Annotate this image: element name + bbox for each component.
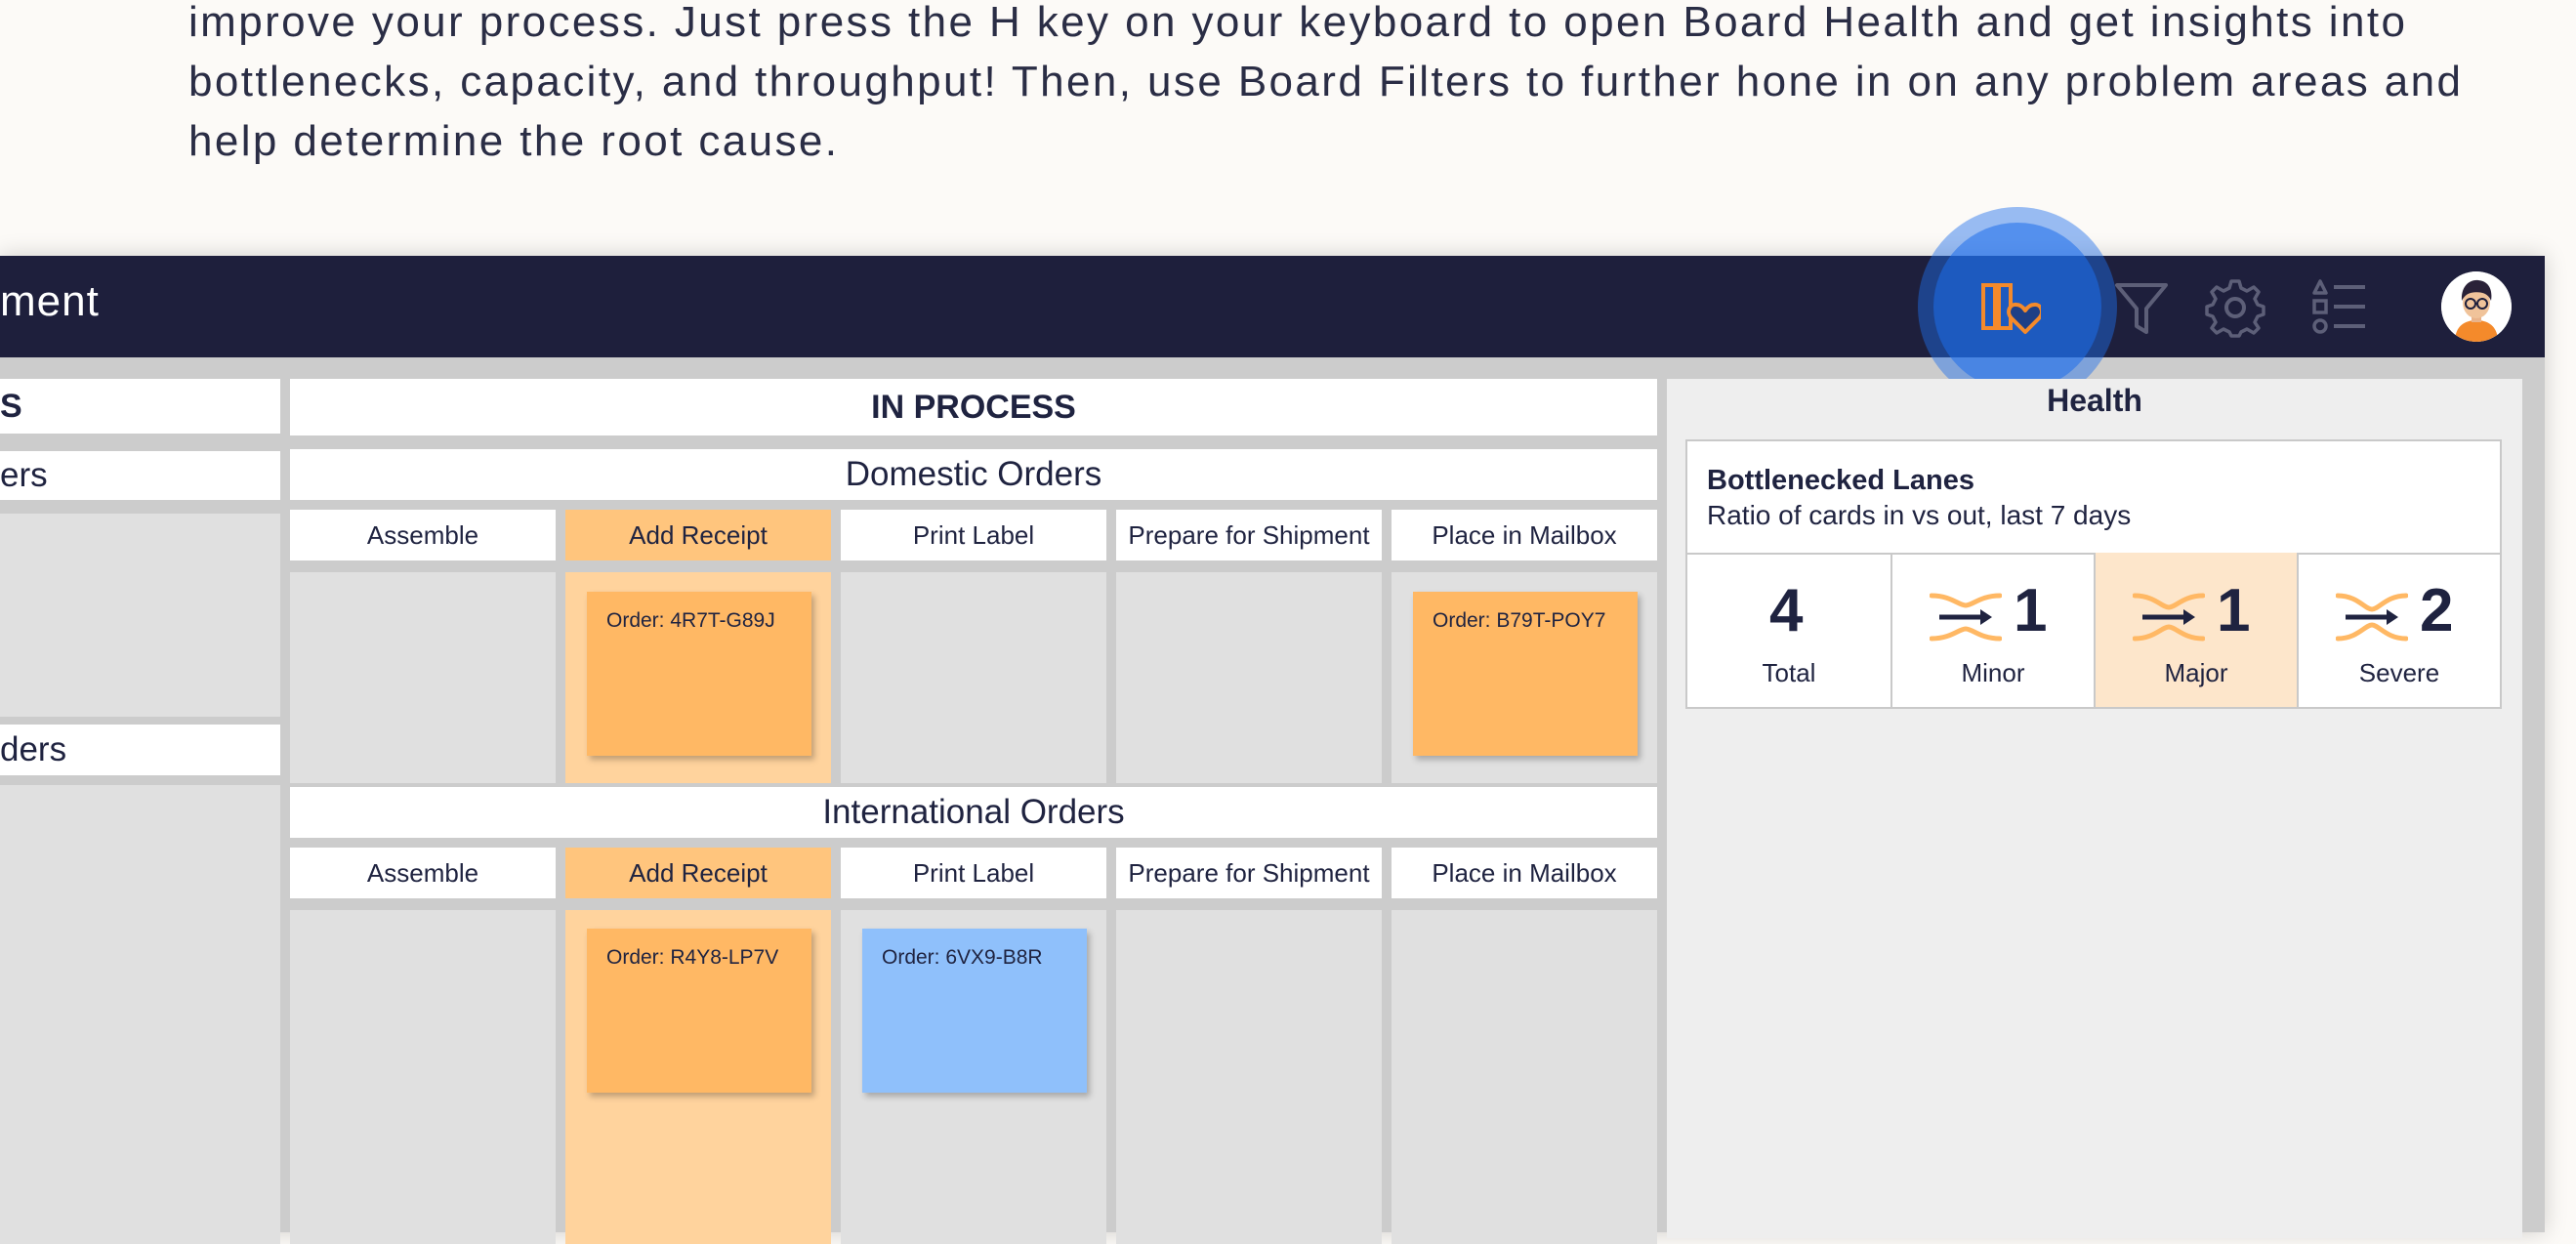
column-header-place-in-mailbox[interactable]: Place in Mailbox	[1392, 510, 1657, 560]
bottlenecked-lanes-widget[interactable]: Bottlenecked Lanes Ratio of cards in vs …	[1685, 439, 2502, 709]
cell-print-label[interactable]	[841, 572, 1106, 783]
kanban-app: ment S ers ders IN PROCESS Domestic Orde…	[0, 207, 2545, 1244]
cell-assemble[interactable]	[290, 910, 556, 1244]
in-process-label: IN PROCESS	[871, 388, 1076, 426]
card[interactable]: Order: R4Y8-LP7V	[587, 929, 811, 1093]
intro-text: improve your process. Just press the H k…	[188, 0, 2552, 171]
stat-severe[interactable]: 2 Severe	[2297, 553, 2500, 707]
column-header-add-receipt[interactable]: Add Receipt	[565, 510, 831, 560]
column-label: Add Receipt	[629, 857, 768, 888]
column-label: Place in Mailbox	[1432, 857, 1617, 888]
left-column-header-label: S	[0, 387, 22, 425]
left-lane-header-1[interactable]: ers	[0, 451, 280, 500]
user-avatar[interactable]	[2441, 271, 2512, 342]
left-lane-label-1: ers	[0, 456, 48, 494]
intro-line-3: help determine the root cause.	[188, 117, 840, 165]
card-title: Order: B79T-POY7	[1433, 609, 1606, 632]
intro-line-2: bottlenecks, capacity, and throughput! T…	[188, 58, 2464, 105]
card-title: Order: 4R7T-G89J	[606, 609, 775, 632]
bottleneck-major-icon	[2133, 593, 2205, 642]
filter-button[interactable]	[2111, 277, 2172, 338]
international-lane-title: International Orders	[822, 793, 1125, 831]
column-label: Assemble	[366, 857, 479, 888]
column-label: Place in Mailbox	[1432, 519, 1617, 550]
left-lane-label-2: ders	[0, 730, 67, 768]
board-area: S ers ders IN PROCESS Domestic Orders As…	[0, 357, 2545, 1244]
list-button[interactable]	[2308, 277, 2369, 338]
settings-icon	[2205, 279, 2265, 338]
stat-major[interactable]: 1 Major	[2094, 553, 2297, 707]
column-header-assemble[interactable]: Assemble	[290, 848, 556, 898]
column-label: Print Label	[912, 857, 1035, 888]
cell-prepare-for-shipment[interactable]	[1116, 910, 1382, 1244]
stat-value: 2	[2420, 577, 2454, 644]
card-title: Order: R4Y8-LP7V	[606, 946, 779, 969]
left-lane-1-body[interactable]	[0, 514, 280, 717]
left-column-header[interactable]: S	[0, 379, 280, 434]
column-header-print-label[interactable]: Print Label	[841, 510, 1106, 560]
column-label: Print Label	[912, 519, 1035, 550]
column-label: Prepare for Shipment	[1128, 519, 1370, 550]
list-icon	[2312, 279, 2365, 334]
card[interactable]: Order: 6VX9-B8R	[862, 929, 1087, 1093]
column-header-prepare-for-shipment[interactable]: Prepare for Shipment	[1116, 848, 1382, 898]
intro-line-1: improve your process. Just press the H k…	[188, 0, 2408, 46]
bottleneck-severe-icon	[2336, 593, 2408, 642]
column-header-add-receipt[interactable]: Add Receipt	[565, 848, 831, 898]
board-title: ment	[0, 277, 100, 325]
cell-assemble[interactable]	[290, 572, 556, 783]
filter-icon	[2115, 283, 2168, 334]
card[interactable]: Order: B79T-POY7	[1413, 592, 1638, 756]
column-header-print-label[interactable]: Print Label	[841, 848, 1106, 898]
domestic-lane-title: Domestic Orders	[845, 455, 1102, 493]
column-label: Assemble	[366, 519, 479, 550]
stat-label: Severe	[2358, 658, 2440, 687]
board-health-icon	[1981, 283, 2041, 334]
board-health-button[interactable]	[1980, 277, 2041, 338]
stat-minor[interactable]: 1 Minor	[1890, 553, 2094, 707]
metric-header: Bottlenecked Lanes Ratio of cards in vs …	[1687, 441, 2500, 555]
left-lane-2-body[interactable]	[0, 785, 280, 1244]
health-panel-title: Health	[2047, 383, 2142, 418]
lane-header-domestic[interactable]: Domestic Orders	[290, 449, 1657, 500]
bottleneck-minor-icon	[1930, 593, 2002, 642]
column-header-prepare-for-shipment[interactable]: Prepare for Shipment	[1116, 510, 1382, 560]
stat-label: Minor	[1961, 658, 2025, 687]
cell-place-in-mailbox[interactable]	[1392, 910, 1657, 1244]
card-title: Order: 6VX9-B8R	[882, 946, 1043, 969]
stat-value: 4	[1769, 577, 1804, 644]
avatar-icon	[2441, 271, 2512, 342]
metric-subtitle: Ratio of cards in vs out, last 7 days	[1707, 500, 2132, 530]
metric-title: Bottlenecked Lanes	[1707, 465, 1974, 496]
column-header-place-in-mailbox[interactable]: Place in Mailbox	[1392, 848, 1657, 898]
top-bar: ment	[0, 207, 2545, 406]
health-panel: Health Bottlenecked Lanes Ratio of cards…	[1667, 379, 2522, 1238]
column-header-assemble[interactable]: Assemble	[290, 510, 556, 560]
in-process-header[interactable]: IN PROCESS	[290, 379, 1657, 435]
stat-value: 1	[2014, 577, 2048, 644]
lane-header-international[interactable]: International Orders	[290, 787, 1657, 838]
stat-value: 1	[2217, 577, 2251, 644]
left-lane-header-2[interactable]: ders	[0, 725, 280, 775]
settings-button[interactable]	[2205, 277, 2265, 338]
column-label: Prepare for Shipment	[1128, 857, 1370, 888]
stat-label: Total	[1762, 658, 1816, 687]
stat-label: Major	[2164, 658, 2228, 687]
stat-total[interactable]: 4 Total	[1687, 553, 1890, 707]
column-label: Add Receipt	[629, 519, 768, 550]
cell-prepare-for-shipment[interactable]	[1116, 572, 1382, 783]
card[interactable]: Order: 4R7T-G89J	[587, 592, 811, 756]
